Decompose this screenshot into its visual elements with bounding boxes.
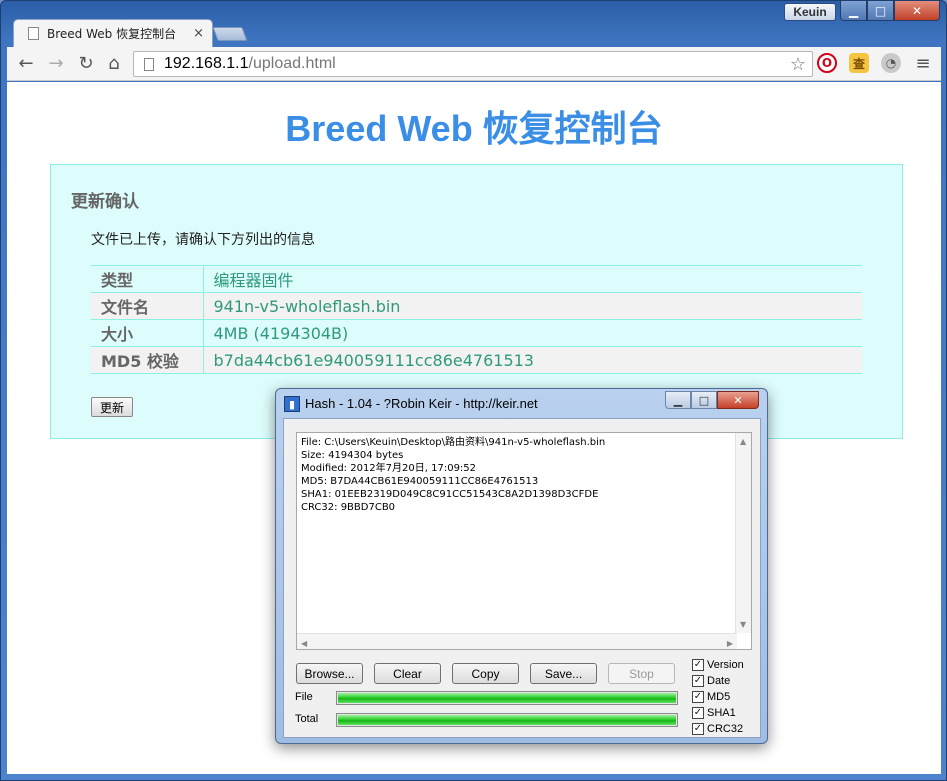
back-icon[interactable]: ←: [15, 52, 37, 74]
output-line: File: C:\Users\Keuin\Desktop\路由资料\941n-v…: [301, 437, 606, 448]
output-line: SHA1: 01EEB2319D049C8C91CC51543C8A2D1398…: [301, 489, 599, 500]
row-value: 编程器固件: [203, 265, 862, 293]
tab-title: Breed Web 恢复控制台: [47, 27, 177, 41]
clear-button[interactable]: Clear: [374, 663, 441, 684]
window-controls: ▁ □ ✕: [840, 1, 940, 21]
save-button[interactable]: Save...: [530, 663, 597, 684]
copy-button[interactable]: Copy: [452, 663, 519, 684]
total-progress-bar: [336, 713, 678, 727]
dictionary-extension-icon[interactable]: 查: [849, 53, 869, 73]
new-tab-button[interactable]: [212, 27, 248, 41]
page-title: Breed Web 恢复控制台: [285, 108, 663, 149]
reload-icon[interactable]: ↻: [75, 52, 97, 74]
output-line: Modified: 2012年7月20日, 17:09:52: [301, 463, 477, 474]
scroll-left-icon[interactable]: ◀: [301, 637, 307, 650]
close-window-icon[interactable]: ✕: [894, 1, 940, 21]
maximize-icon[interactable]: □: [867, 1, 894, 21]
hash-dialog-body: File: C:\Users\Keuin\Desktop\路由资料\941n-v…: [283, 418, 761, 738]
option-label: MD5: [707, 691, 731, 703]
option-label: SHA1: [707, 707, 736, 719]
panel-title: 更新确认: [71, 192, 139, 212]
minimize-icon[interactable]: ▁: [665, 391, 691, 409]
option-sha1[interactable]: ✓ SHA1: [692, 705, 744, 721]
checkbox[interactable]: ✓: [692, 675, 704, 687]
address-bar[interactable]: 192.168.1.1 /upload.html ☆: [133, 51, 813, 77]
browser-toolbar: ← → ↻ ⌂ 192.168.1.1 /upload.html ☆ O 查 ◔…: [7, 47, 941, 81]
panel-description: 文件已上传，请确认下方列出的信息: [91, 232, 315, 248]
tab-upload[interactable]: Breed Web 恢复控制台 ×: [13, 19, 213, 47]
dialog-window-controls: ▁ □ ✕: [665, 391, 759, 409]
table-row: 类型 编程器固件: [91, 265, 862, 293]
bookmark-star-icon[interactable]: ☆: [790, 54, 806, 75]
option-label: Version: [707, 659, 744, 671]
horizontal-scrollbar[interactable]: ◀ ▶: [297, 633, 737, 649]
url-path: /upload.html: [248, 55, 336, 72]
hash-options: ✓ Version ✓ Date ✓ MD5 ✓ SHA1 ✓ CRC32: [692, 657, 744, 737]
option-md5[interactable]: ✓ MD5: [692, 689, 744, 705]
checkbox[interactable]: ✓: [692, 659, 704, 671]
profile-button[interactable]: Keuin: [784, 3, 836, 21]
file-info-table: 类型 编程器固件 文件名 941n-v5-wholeflash.bin 大小 4…: [91, 265, 862, 374]
option-crc32[interactable]: ✓ CRC32: [692, 721, 744, 737]
menu-icon[interactable]: ≡: [912, 52, 934, 74]
tab-close-icon[interactable]: ×: [193, 26, 204, 41]
scroll-up-icon[interactable]: ▲: [740, 435, 746, 448]
maximize-icon[interactable]: □: [691, 391, 717, 409]
stop-button: Stop: [608, 663, 675, 684]
page-icon: [144, 57, 154, 71]
option-label: CRC32: [707, 723, 744, 735]
total-progress-fill: [338, 715, 676, 725]
row-value: 941n-v5-wholeflash.bin: [203, 292, 862, 320]
extension-icon[interactable]: ◔: [881, 53, 901, 73]
row-key: 大小: [91, 319, 204, 347]
opera-extension-icon[interactable]: O: [817, 53, 837, 73]
hash-dialog-title: Hash - 1.04 - ?Robin Keir - http://keir.…: [305, 396, 538, 411]
file-progress-label: File: [295, 691, 313, 703]
table-row: MD5 校验 b7da44cb61e940059111cc86e4761513: [91, 346, 862, 374]
forward-icon[interactable]: →: [45, 52, 67, 74]
file-progress-fill: [338, 693, 676, 703]
output-line: Size: 4194304 bytes: [301, 450, 404, 461]
vertical-scrollbar[interactable]: ▲ ▼: [735, 433, 751, 633]
table-row: 文件名 941n-v5-wholeflash.bin: [91, 292, 862, 320]
page-icon: [28, 27, 39, 40]
hash-output-box[interactable]: File: C:\Users\Keuin\Desktop\路由资料\941n-v…: [296, 432, 752, 650]
file-progress-bar: [336, 691, 678, 705]
output-line: MD5: B7DA44CB61E940059111CC86E4761513: [301, 476, 539, 487]
total-progress-label: Total: [295, 713, 319, 725]
option-version[interactable]: ✓ Version: [692, 657, 744, 673]
browse-button[interactable]: Browse...: [296, 663, 363, 684]
row-value: 4MB (4194304B): [203, 319, 862, 347]
scroll-right-icon[interactable]: ▶: [727, 637, 733, 650]
row-key: MD5 校验: [91, 346, 204, 374]
option-label: Date: [707, 675, 731, 687]
scroll-down-icon[interactable]: ▼: [740, 618, 746, 631]
row-value: b7da44cb61e940059111cc86e4761513: [203, 346, 862, 374]
output-line: CRC32: 9BBD7CB0: [301, 502, 396, 513]
row-key: 文件名: [91, 292, 204, 320]
hash-app-icon: ▮: [284, 396, 300, 412]
checkbox[interactable]: ✓: [692, 723, 704, 735]
minimize-icon[interactable]: ▁: [840, 1, 867, 21]
hash-dialog: ▮ Hash - 1.04 - ?Robin Keir - http://kei…: [275, 388, 768, 744]
home-icon[interactable]: ⌂: [103, 52, 125, 74]
update-button[interactable]: 更新: [91, 397, 133, 417]
close-dialog-icon[interactable]: ✕: [717, 391, 759, 409]
checkbox[interactable]: ✓: [692, 691, 704, 703]
url-host: 192.168.1.1: [164, 55, 249, 72]
table-row: 大小 4MB (4194304B): [91, 319, 862, 347]
row-key: 类型: [91, 265, 204, 293]
option-date[interactable]: ✓ Date: [692, 673, 744, 689]
checkbox[interactable]: ✓: [692, 707, 704, 719]
browser-window: Keuin ▁ □ ✕ Breed Web 恢复控制台 × ← → ↻ ⌂ 19…: [0, 0, 947, 781]
